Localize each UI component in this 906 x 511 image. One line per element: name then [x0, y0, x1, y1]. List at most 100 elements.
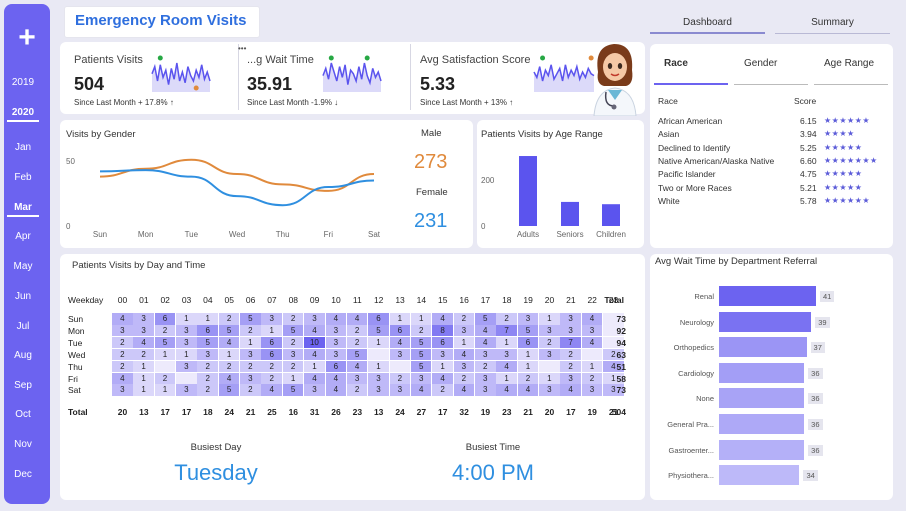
min-point [364, 55, 370, 61]
race-score: 6.60 [800, 155, 817, 166]
heatmap-cell: 4 [346, 360, 368, 373]
tab-gender[interactable]: Gender [744, 58, 777, 69]
heatmap-cell: 4 [304, 348, 325, 361]
heatmap-cell: 2 [197, 384, 218, 396]
dept-name: Physiothera... [668, 471, 714, 481]
race-score: 5.21 [800, 182, 817, 193]
heatmap-cell: 1 [539, 313, 560, 325]
kpi-patients-visits: Patients Visits 504 Since Last Month + 1… [64, 44, 234, 114]
dept-bar[interactable] [719, 362, 805, 383]
bar-children [602, 204, 620, 226]
column-total: 32 [459, 407, 469, 417]
x-tick-label: Sun [93, 230, 107, 239]
heatmap-cell: 6 [517, 336, 539, 349]
dept-value-label: 36 [808, 419, 823, 430]
heatmap-cell: 3 [325, 336, 347, 349]
heatmap-cell: 3 [304, 313, 325, 325]
dept-bar[interactable] [719, 388, 805, 409]
race-row: Declined to Identify 5.25 ★★★★★ [658, 143, 888, 155]
female-value: 231 [414, 210, 448, 232]
female-label: Female [416, 187, 448, 198]
kpi-label: ...g Wait Time [247, 54, 314, 66]
heatmap-cell: 1 [539, 372, 560, 384]
hour-header: 00 [117, 295, 128, 305]
sidebar-item-feb[interactable]: Feb [4, 172, 42, 183]
race-row: Native American/Alaska Native 6.60 ★★★★★★★ [658, 156, 888, 168]
column-total: 24 [395, 407, 405, 417]
nurse-avatar-icon [593, 44, 637, 116]
column-total: 17 [181, 407, 192, 417]
sidebar-item-jul[interactable]: Jul [4, 321, 42, 332]
dept-bar[interactable] [719, 414, 805, 434]
heatmap-cell: 4 [261, 384, 283, 396]
dept-bar[interactable] [719, 311, 812, 332]
heatmap-cell: 3 [282, 348, 304, 361]
column-total: 20 [544, 407, 555, 417]
dept-bar[interactable] [719, 337, 807, 358]
dept-bar[interactable] [719, 286, 816, 306]
heatmap-cell: 1 [240, 336, 261, 349]
column-total: 26 [331, 407, 341, 417]
heatmap-cell: 2 [240, 324, 261, 337]
heatmap-cell: 6 [154, 313, 176, 325]
sidebar-item-mar[interactable]: Mar [4, 202, 42, 217]
sidebar-item-2020[interactable]: 2020 [4, 107, 42, 122]
heatmap-cell: 4 [432, 372, 453, 384]
more-options-icon[interactable]: ••• [238, 44, 246, 53]
day-label: Sat [68, 385, 81, 396]
dept-value-label: 34 [803, 470, 818, 482]
dept-bar[interactable] [719, 465, 800, 486]
race-score: 5.25 [800, 142, 817, 153]
male-value: 273 [414, 151, 448, 173]
page-title: Emergency Room Visits [64, 6, 260, 38]
heatmap-cell: 3 [240, 372, 261, 384]
bar-seniors [561, 201, 579, 226]
heatmap-cell: 10 [304, 336, 325, 349]
kpi-change: Since Last Month + 17.8% ↑ [74, 98, 174, 107]
heatmap-cell: 3 [560, 313, 581, 325]
sidebar-item-sep[interactable]: Sep [4, 380, 42, 391]
add-icon[interactable]: + [4, 18, 50, 58]
star-rating-icon: ★★★★★ [824, 169, 863, 179]
race-name: Asian [658, 129, 680, 140]
sidebar-item-may[interactable]: May [4, 261, 42, 272]
row-total: 94 [616, 337, 626, 348]
sidebar-item-dec[interactable]: Dec [4, 469, 42, 480]
dept-bar[interactable] [719, 439, 805, 460]
tab-race[interactable]: Race [664, 58, 688, 69]
hour-header: 06 [245, 295, 256, 305]
sidebar-item-oct[interactable]: Oct [4, 409, 42, 420]
day-label: Thu [68, 361, 83, 372]
hour-header: 16 [459, 295, 469, 305]
heatmap-cell: 4 [346, 313, 368, 325]
heatmap-cell: 2 [560, 348, 581, 361]
race-score: 5.78 [800, 195, 817, 206]
heatmap-cell: 3 [133, 324, 154, 337]
heatmap-cell: 1 [197, 313, 218, 325]
star-rating-icon: ★★★★★★★ [824, 155, 878, 165]
heatmap-cell: 1 [410, 313, 432, 325]
heatmap-cell: 1 [176, 313, 197, 325]
heatmap-cell: 7 [560, 336, 581, 349]
heatmap-cell: 4 [560, 384, 581, 396]
heatmap-cell: 3 [496, 348, 517, 361]
heatmap-cell: 3 [389, 348, 411, 361]
tab-summary[interactable]: Summary [775, 12, 890, 34]
heatmap-cell: 5 [346, 348, 368, 361]
y-tick-label: 0 [66, 222, 71, 231]
heatmap-cell: 4 [133, 336, 154, 349]
heatmap-cell: 6 [261, 348, 283, 361]
sidebar-item-nov[interactable]: Nov [4, 439, 42, 450]
sidebar-item-apr[interactable]: Apr [4, 231, 42, 242]
race-name: Two or More Races [658, 182, 732, 193]
tab-age-range[interactable]: Age Range [824, 58, 874, 69]
sidebar-item-jun[interactable]: Jun [4, 291, 42, 302]
heatmap-cell: 1 [389, 313, 411, 325]
heatmap-cell: 3 [389, 384, 411, 396]
sidebar-item-jan[interactable]: Jan [4, 142, 42, 153]
sidebar-item-2019[interactable]: 2019 [4, 77, 42, 88]
tab-dashboard[interactable]: Dashboard [650, 12, 765, 34]
sidebar-item-aug[interactable]: Aug [4, 350, 42, 361]
x-tick-label: Fri [324, 230, 334, 239]
busiest-day-label: Busiest Day [190, 442, 242, 453]
